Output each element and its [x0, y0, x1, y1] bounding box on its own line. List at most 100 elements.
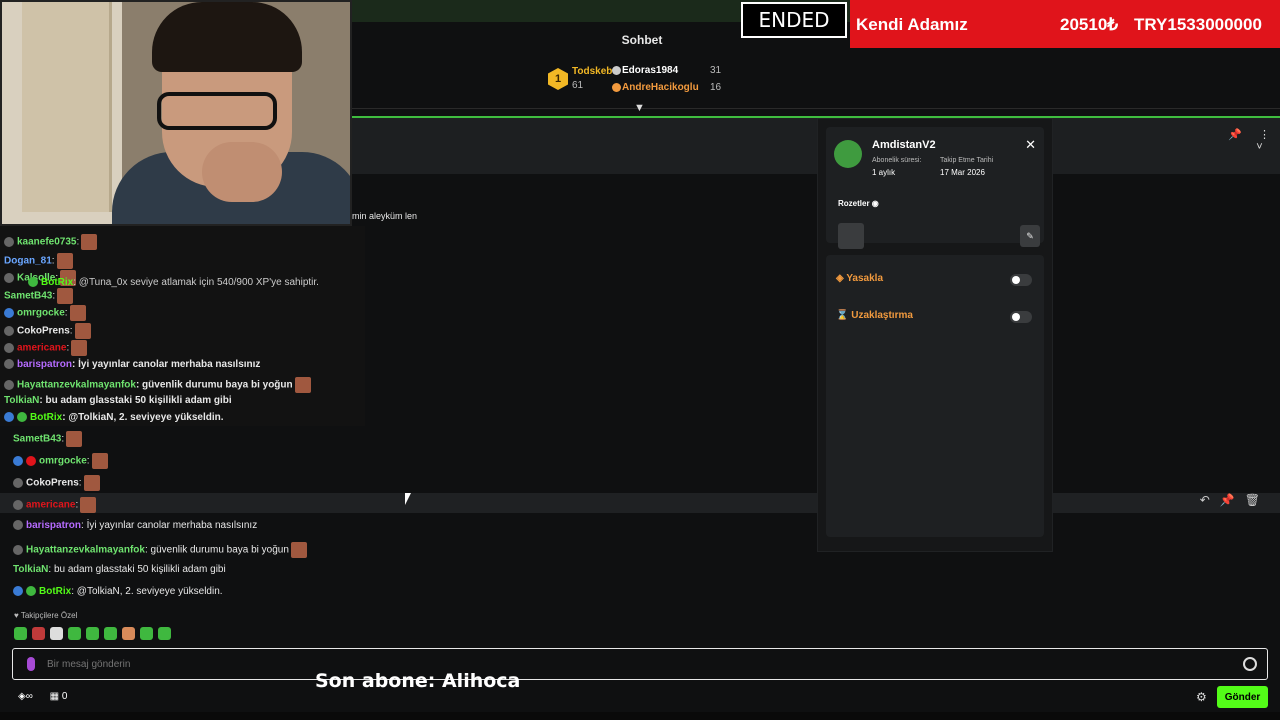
overlay-message: Dogan_81:	[4, 253, 73, 269]
emote-icon[interactable]	[50, 627, 63, 640]
ticker-amount: 20510₺	[1060, 15, 1119, 34]
badges-label: Rozetler ◉	[838, 199, 879, 208]
gift-icon[interactable]: ▦	[50, 691, 59, 702]
pinned-fragment: min aleyküm len	[352, 211, 418, 221]
overlay-message: barispatron: İyi yayınlar canolar merhab…	[4, 359, 260, 370]
podium-first-name: Todskebt	[572, 66, 616, 77]
emote-picker-row[interactable]	[14, 627, 176, 645]
chat-message[interactable]: SametB43:	[13, 431, 83, 447]
top-gifters-podium[interactable]: 1 Todskebt 61 Edoras1984 31 AndreHacikog…	[548, 62, 748, 102]
message-input[interactable]	[47, 655, 1227, 673]
more-options-icon[interactable]: ⋮	[1259, 129, 1270, 141]
emoji-icon[interactable]	[1243, 657, 1257, 671]
chat-message[interactable]: americane:	[13, 497, 97, 513]
header-divider	[352, 108, 1280, 109]
user-info-panel: AmdistanV2 ✕ Abonelik süresi: 1 aylık Ta…	[817, 118, 1053, 552]
emote-icon	[83, 475, 100, 491]
emote-icon[interactable]	[68, 627, 81, 640]
ban-toggle[interactable]	[1010, 274, 1032, 286]
emote-icon[interactable]	[86, 627, 99, 640]
emote-icon	[81, 234, 98, 250]
badge-icon	[13, 520, 23, 531]
chat-message[interactable]: Hayattanzevkalmayanfok: güvenlik durumu …	[13, 542, 307, 558]
bot-badge-icon	[28, 277, 38, 288]
close-icon[interactable]: ✕	[1025, 137, 1036, 153]
webcam-door	[22, 2, 112, 212]
chat-message[interactable]: BotRix: @TolkiaN, 2. seviyeye yükseldin.	[13, 586, 223, 597]
emote-icon	[69, 305, 86, 321]
ended-label: ENDED	[741, 2, 847, 38]
emote-icon	[66, 431, 83, 447]
emote-icon[interactable]	[122, 627, 135, 640]
collapse-podium-icon[interactable]: ▼	[634, 102, 645, 114]
hovered-message-row[interactable]	[0, 493, 1280, 513]
emote-icon[interactable]	[158, 627, 171, 640]
chat-message[interactable]: barispatron: İyi yayınlar canolar merhab…	[13, 520, 257, 531]
microphone-icon[interactable]	[27, 657, 35, 671]
stream-chat-screen: Sohbet ENDED Kendi Adamız 20510₺ TRY1533…	[0, 0, 1280, 720]
points-icon[interactable]: ◈∞	[18, 691, 33, 702]
emote-icon	[57, 288, 74, 304]
pinned-actions[interactable]: 📌 ⋮ ˅	[1228, 128, 1270, 153]
timeout-row[interactable]: ⌛ Uzaklaştırma	[836, 310, 913, 321]
emote-icon	[294, 377, 311, 393]
emote-icon	[91, 453, 108, 469]
ticker-total: TRY1533000000	[1134, 15, 1262, 34]
ban-row[interactable]: ◈ Yasakla	[836, 273, 883, 284]
overlay-message: SametB43:	[4, 288, 74, 304]
bronze-medal-icon	[612, 83, 621, 92]
badge-icon	[4, 237, 14, 247]
chat-message[interactable]: CokoPrens:	[13, 475, 100, 491]
pinned-message-bar[interactable]: 📌 ⋮ ˅	[352, 116, 1280, 174]
overlay-message: americane:	[4, 340, 88, 356]
bot-badge-icon	[17, 412, 27, 423]
bottom-stats: ◈∞ ▦ 0	[18, 691, 67, 702]
badge-icon	[13, 478, 23, 488]
emote-icon[interactable]	[104, 627, 117, 640]
badge-slot[interactable]	[838, 223, 864, 249]
delete-icon[interactable]: 🗑	[1245, 493, 1270, 507]
ticker-name: Kendi Adamız	[856, 15, 968, 34]
gear-icon[interactable]: ⚙	[1196, 690, 1207, 704]
overlay-message: omrgocke:	[4, 305, 86, 321]
emote-icon[interactable]	[140, 627, 153, 640]
message-input-bar[interactable]	[12, 648, 1268, 680]
timeout-toggle[interactable]	[1010, 311, 1032, 323]
badge-icon	[4, 273, 14, 283]
heart-icon: ♥	[14, 611, 19, 620]
emote-icon[interactable]	[14, 627, 27, 640]
edit-badges-button[interactable]: ✎	[1020, 225, 1040, 247]
avatar[interactable]	[834, 140, 862, 168]
overlay-message: TolkiaN: bu adam glasstaki 50 kişilikli …	[4, 395, 232, 406]
overlay-message: BotRix: @TolkiaN, 2. seviyeye yükseldin.	[4, 412, 224, 423]
bot-badge-icon	[26, 586, 36, 597]
emote-icon	[56, 253, 73, 269]
podium-first-count: 61	[572, 80, 584, 91]
badge-icon	[13, 500, 23, 510]
podium-second-name: Edoras1984	[622, 65, 679, 76]
chevron-down-icon[interactable]: ˅	[1256, 141, 1262, 153]
send-button[interactable]: Gönder	[1217, 686, 1268, 708]
emote-icon	[80, 497, 97, 513]
last-subscriber-overlay: Son abone: Alihoca	[315, 670, 521, 692]
user-card: AmdistanV2 ✕ Abonelik süresi: 1 aylık Ta…	[826, 127, 1044, 249]
chat-message[interactable]: TolkiaN: bu adam glasstaki 50 kişilikli …	[13, 564, 226, 575]
podium-second-count: 31	[710, 65, 722, 76]
emote-icon[interactable]	[32, 627, 45, 640]
podium-third-name: AndreHacikoglu	[622, 82, 699, 93]
bottom-edge	[0, 712, 1280, 720]
webcam-person-hair	[152, 2, 302, 72]
moderation-box: ◈ Yasakla ⌛ Uzaklaştırma	[826, 255, 1044, 537]
follow-date-value: 17 Mar 2026	[940, 168, 985, 177]
pin-icon[interactable]: 📌	[1228, 129, 1242, 141]
overlay-message: BotRix: @Tuna_0x seviye atlamak için 540…	[28, 277, 319, 288]
badge-icon: ◉	[871, 199, 879, 208]
message-actions[interactable]: ↶📌🗑	[1200, 493, 1270, 507]
reply-icon[interactable]: ↶	[1200, 493, 1220, 507]
podium-third-count: 16	[710, 82, 722, 93]
chat-message[interactable]: omrgocke:	[13, 453, 108, 469]
badge-icon	[13, 456, 23, 466]
user-name[interactable]: AmdistanV2	[872, 139, 936, 151]
mouse-cursor-icon	[405, 493, 411, 505]
pin-message-icon[interactable]: 📌	[1220, 493, 1245, 507]
